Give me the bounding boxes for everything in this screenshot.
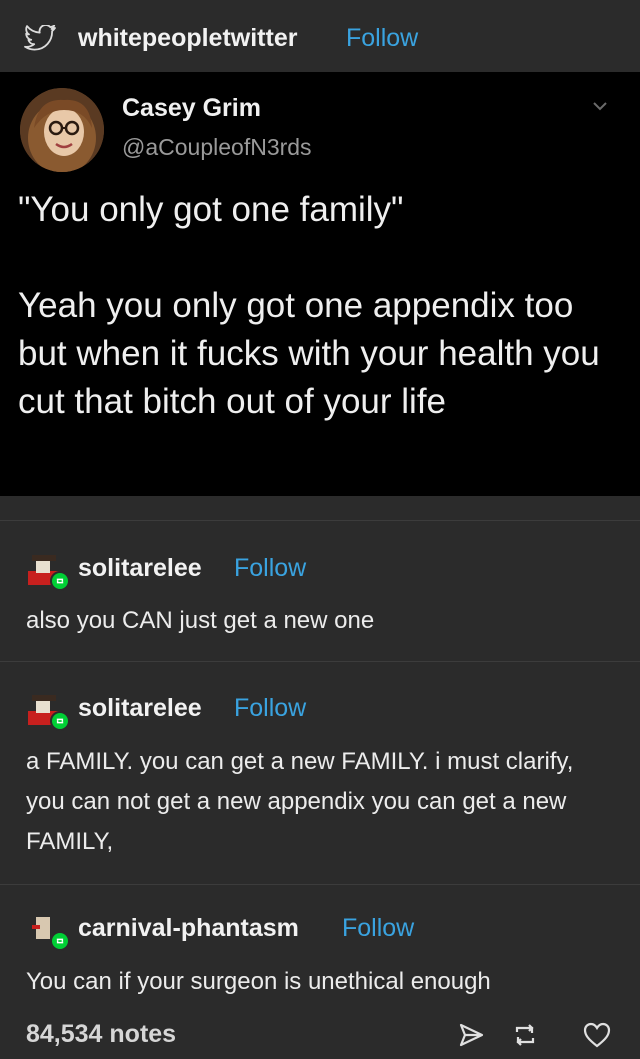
reblog-entry: carnival-phantasm Follow You can if your… bbox=[0, 885, 640, 1010]
reblog-entry: solitarelee Follow also you CAN just get… bbox=[0, 521, 640, 661]
reblog-badge-icon bbox=[50, 571, 70, 591]
tweet-line-1: "You only got one family" bbox=[18, 190, 404, 229]
reblogger-avatar[interactable] bbox=[26, 691, 70, 731]
post-footer: 84,534 notes bbox=[0, 1010, 640, 1059]
reblog-icon[interactable] bbox=[510, 1020, 540, 1050]
tweet-text: "You only got one family" Yeah you only … bbox=[18, 186, 618, 426]
reblog-badge-icon bbox=[50, 931, 70, 951]
tweet-display-name: Casey Grim bbox=[122, 94, 261, 122]
twitter-bird-icon bbox=[24, 25, 56, 51]
tweet-line-2: Yeah you only got one appendix too but w… bbox=[18, 286, 600, 421]
reblogger-name[interactable]: solitarelee bbox=[78, 554, 202, 583]
reblog-text: also you CAN just get a new one bbox=[26, 607, 375, 634]
follow-button[interactable]: Follow bbox=[346, 24, 418, 53]
reblogger-name[interactable]: carnival-phantasm bbox=[78, 914, 299, 943]
reblog-badge-icon bbox=[50, 711, 70, 731]
notes-count[interactable]: 84,534 notes bbox=[26, 1020, 176, 1049]
heart-icon[interactable] bbox=[582, 1020, 612, 1050]
reblogger-avatar[interactable] bbox=[26, 551, 70, 591]
post-header: whitepeopletwitter Follow bbox=[0, 0, 640, 72]
share-icon[interactable] bbox=[456, 1020, 486, 1050]
follow-button[interactable]: Follow bbox=[234, 554, 306, 583]
reblogger-name[interactable]: solitarelee bbox=[78, 694, 202, 723]
follow-button[interactable]: Follow bbox=[342, 914, 414, 943]
tweet-handle: @aCoupleofN3rds bbox=[122, 134, 312, 160]
embedded-tweet-image: Casey Grim @aCoupleofN3rds "You only got… bbox=[0, 72, 640, 496]
reblog-entry: solitarelee Follow a FAMILY. you can get… bbox=[0, 662, 640, 884]
blog-name-link[interactable]: whitepeopletwitter bbox=[78, 24, 297, 53]
follow-button[interactable]: Follow bbox=[234, 694, 306, 723]
chevron-down-icon bbox=[593, 102, 607, 111]
reblog-text: You can if your surgeon is unethical eno… bbox=[26, 968, 491, 995]
reblog-text: a FAMILY. you can get a new FAMILY. i mu… bbox=[26, 748, 574, 855]
tweet-avatar bbox=[20, 88, 104, 172]
reblogger-avatar[interactable] bbox=[26, 911, 70, 951]
